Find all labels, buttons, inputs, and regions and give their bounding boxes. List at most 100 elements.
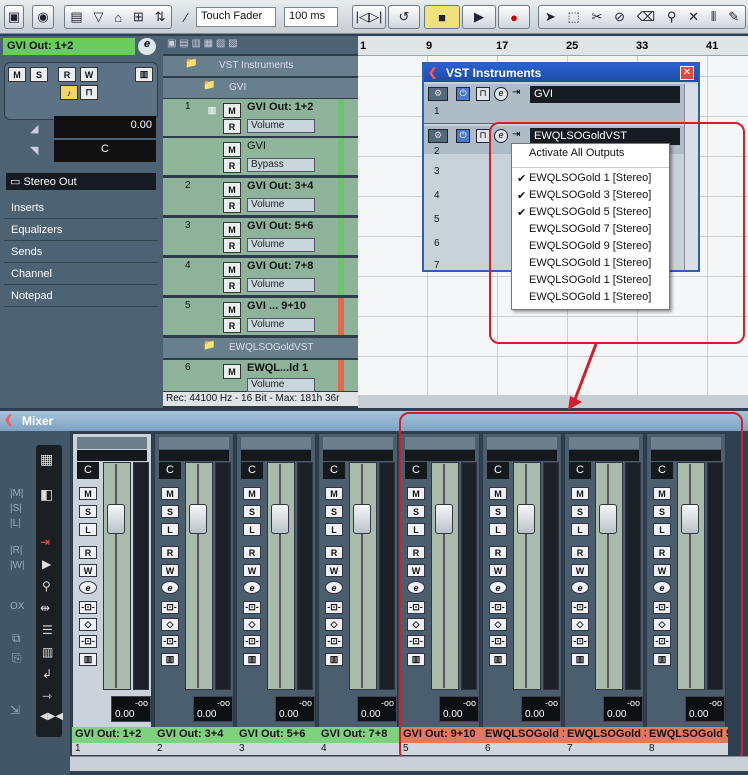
play-button[interactable]: ▶ [462, 5, 496, 29]
edit-icon[interactable]: e [161, 581, 179, 594]
power-icon[interactable]: ⏻ [456, 87, 470, 101]
track-name[interactable]: GVI [247, 140, 317, 152]
paste-icon[interactable]: ⎘ [12, 651, 22, 666]
fader-track[interactable] [267, 462, 295, 690]
output-routing[interactable]: ▭ Stereo Out [6, 173, 156, 190]
send-icon[interactable]: -⊡- [79, 635, 97, 648]
zoom-tool-icon[interactable]: ⚲ [667, 9, 677, 25]
pan-value[interactable]: C [77, 462, 99, 479]
bypass-icon[interactable]: ⊓ [476, 129, 490, 143]
channel-view-icon[interactable]: ▦ [40, 451, 53, 468]
solo-button[interactable]: S [79, 505, 97, 518]
strip-header[interactable] [241, 437, 311, 449]
send-icon[interactable]: -⊡- [243, 635, 261, 648]
track-row[interactable]: 2 M R GVI Out: 3+4 Volume [163, 178, 358, 216]
read-button[interactable]: R [79, 546, 97, 559]
wide-icon[interactable]: ◧ [40, 486, 53, 503]
global-ms-icon[interactable]: |M| |S| |L| [10, 486, 24, 531]
mute-button[interactable]: M [79, 487, 97, 500]
mute-button[interactable]: M [223, 262, 241, 277]
piano-icon[interactable]: ▥ [243, 653, 261, 666]
edit-icon[interactable]: e [79, 581, 97, 594]
piano-icon[interactable]: ▥ [79, 653, 97, 666]
track-name[interactable]: GVI Out: 1+2 [247, 101, 317, 113]
output-bus-icon[interactable]: ◀▶◀ [40, 711, 63, 722]
insert-icon[interactable]: -⊡- [79, 601, 97, 614]
pan-bar[interactable] [323, 450, 393, 461]
section-sends[interactable]: Sends [4, 243, 158, 263]
solo-button[interactable]: S [325, 505, 343, 518]
inspector-track-name[interactable]: GVI Out: 1+2 [3, 38, 135, 55]
read-button[interactable]: R [223, 278, 241, 293]
fader-track[interactable] [185, 462, 213, 690]
mute-button[interactable]: M [223, 142, 241, 157]
eq-icon[interactable]: ◇ [325, 618, 343, 631]
fader-handle[interactable] [353, 504, 371, 534]
section-equalizers[interactable]: Equalizers [4, 221, 158, 241]
track-name[interactable]: GVI Out: 5+6 [247, 220, 317, 232]
mixer-icon[interactable]: ⇅ [155, 9, 166, 25]
track-param[interactable]: Bypass [247, 158, 315, 172]
section-notepad[interactable]: Notepad [4, 287, 158, 307]
fader-handle[interactable] [271, 504, 289, 534]
erase-tool-icon[interactable]: ⌫ [637, 9, 655, 25]
folder-ewqlsogoldvst[interactable]: 📁 EWQLSOGoldVST [163, 338, 358, 358]
mute-button[interactable]: M [223, 222, 241, 237]
gear-icon[interactable]: ⚙ [428, 87, 448, 101]
listen-button[interactable]: L [243, 523, 261, 536]
read-button[interactable]: R [223, 158, 241, 173]
music-note-icon[interactable]: ♪ [60, 85, 78, 100]
pan-bar[interactable] [159, 450, 229, 461]
channel-name[interactable]: GVI Out: 1+2 [72, 727, 154, 743]
arrow-tool-icon[interactable]: ➤ [545, 9, 556, 25]
edit-icon[interactable]: e [325, 581, 343, 594]
edit-icon[interactable]: e [243, 581, 261, 594]
track-name[interactable]: EWQL...ld 1 [247, 362, 317, 374]
gear-icon[interactable]: ⚙ [428, 129, 448, 143]
global-rw-icon[interactable]: |R| |W| [10, 543, 25, 573]
bypass-icon[interactable]: ⊓ [476, 87, 490, 101]
read-button[interactable]: R [223, 119, 241, 134]
track-row[interactable]: M R GVI Bypass [163, 138, 358, 176]
ruler[interactable]: 1 9 17 25 33 41 [358, 36, 748, 56]
range-tool-icon[interactable]: ⬚ [567, 9, 579, 25]
piano-icon[interactable]: ▥ [161, 653, 179, 666]
record-mode-icon[interactable]: ◉ [32, 5, 54, 29]
tool-group[interactable]: ➤ ⬚ ✂ ⊘ ⌫ ⚲ ✕ ⦀ ✎ [538, 5, 746, 29]
mute-button[interactable]: M [325, 487, 343, 500]
piano-icon[interactable]: ▥ [325, 653, 343, 666]
read-button[interactable]: R [223, 198, 241, 213]
rewind-button[interactable]: |◁▷| [352, 5, 386, 29]
write-button[interactable]: W [325, 564, 343, 577]
input-icon[interactable]: ⇥ [40, 535, 50, 549]
write-button[interactable]: W [80, 67, 98, 82]
copy-icon[interactable]: ⧉ [12, 631, 21, 646]
track-param[interactable]: Volume [247, 119, 315, 133]
track-row[interactable]: 3 M R GVI Out: 5+6 Volume [163, 218, 358, 256]
track-param[interactable]: Volume [247, 378, 315, 392]
mute-button[interactable]: M [243, 487, 261, 500]
glue-tool-icon[interactable]: ⊘ [614, 9, 625, 25]
track-name[interactable]: GVI Out: 7+8 [247, 260, 317, 272]
stop-button[interactable]: ■ [424, 5, 460, 29]
mute-button[interactable]: M [161, 487, 179, 500]
section-channel[interactable]: Channel [4, 265, 158, 285]
pan-value[interactable]: C [159, 462, 181, 479]
read-button[interactable]: R [223, 238, 241, 253]
insert-icon[interactable]: -⊡- [243, 601, 261, 614]
off-icon[interactable]: OX [10, 601, 24, 612]
mute-tool-icon[interactable]: ✕ [688, 9, 699, 25]
track-param[interactable]: Volume [247, 318, 315, 332]
read-button[interactable]: R [243, 546, 261, 559]
power-icon[interactable]: ⏻ [456, 129, 470, 143]
routing-icon[interactable]: ⇹ [40, 601, 50, 615]
send-icon[interactable]: -⊡- [161, 635, 179, 648]
read-button[interactable]: R [161, 546, 179, 559]
draw-tool-icon[interactable]: ✎ [728, 9, 739, 25]
insert-icon[interactable]: -⊡- [325, 601, 343, 614]
solo-button[interactable]: S [30, 67, 48, 82]
cycle-button[interactable]: ↺ [388, 5, 420, 29]
lock-icon[interactable]: ⊓ [80, 85, 98, 100]
track-row[interactable]: 6 M EWQL...ld 1 Volume [163, 360, 358, 392]
expand-icon[interactable]: ⇲ [10, 703, 20, 717]
